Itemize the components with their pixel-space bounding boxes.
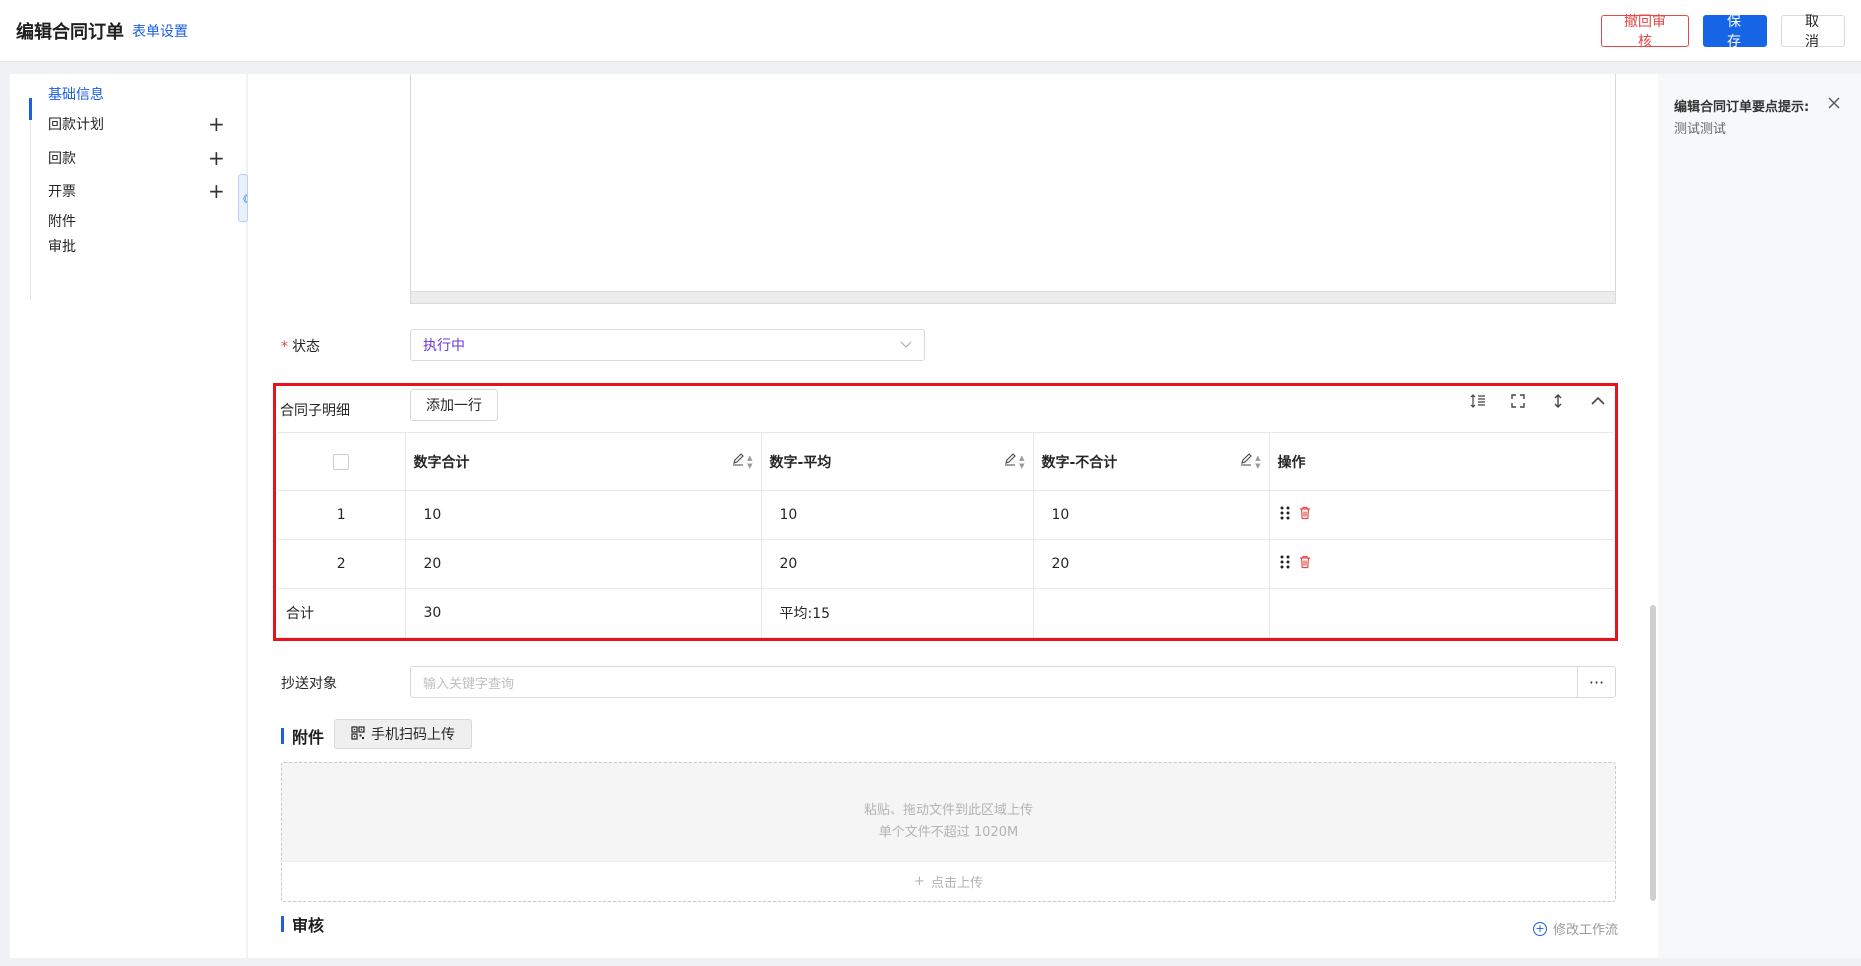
cell-sum[interactable]: 10 xyxy=(405,490,762,540)
detail-label: 合同子明细 xyxy=(280,403,350,419)
tips-title: 编辑合同订单要点提示: xyxy=(1674,100,1810,115)
row-index: 2 xyxy=(278,539,406,589)
nav-active-indicator xyxy=(29,98,32,120)
fullscreen-icon[interactable] xyxy=(1509,392,1527,410)
modify-workflow-link[interactable]: + 修改工作流 xyxy=(1533,919,1618,938)
summary-nosum xyxy=(1033,588,1270,638)
recall-review-button[interactable]: 撤回审核 xyxy=(1601,14,1689,50)
nav-item-approval[interactable]: 审批 xyxy=(48,236,228,256)
summary-row: 合计 30 平均:15 xyxy=(278,588,1613,638)
cc-label: 抄送对象 xyxy=(281,676,337,692)
nav-item-attachment[interactable]: 附件 xyxy=(48,211,228,231)
nav-item-basic-info[interactable]: 基础信息 xyxy=(48,84,228,104)
more-options-button[interactable]: ··· xyxy=(1578,666,1616,698)
qr-code-icon xyxy=(351,725,365,743)
edit-icon[interactable] xyxy=(1003,452,1017,471)
delete-row-icon[interactable] xyxy=(1298,555,1312,573)
chevron-down-icon xyxy=(900,338,912,352)
review-section-title: 审核 xyxy=(281,912,324,936)
form-main: * 状态 执行中 合同子明细 添加一行 数字合计 ▲ ▼ 数字-平均 ▲ ▼ 数… xyxy=(248,74,1658,958)
section-accent-bar xyxy=(281,916,284,932)
page-title: 编辑合同订单 xyxy=(16,21,124,43)
plus-icon: + xyxy=(914,874,925,889)
column-header-nosum: 数字-不合计 ▲ ▼ xyxy=(1033,432,1270,491)
close-icon[interactable] xyxy=(1828,94,1840,113)
plus-circle-icon: + xyxy=(1533,921,1547,936)
upload-hint: 粘贴、拖动文件到此区域上传 xyxy=(863,803,1033,818)
column-header-actions: 操作 xyxy=(1269,432,1613,491)
sort-icon[interactable]: ▲ ▼ xyxy=(747,454,752,470)
chevron-up-icon[interactable] xyxy=(1589,392,1607,410)
add-row-button[interactable]: 添加一行 xyxy=(410,389,498,421)
column-header-avg: 数字-平均 ▲ ▼ xyxy=(761,432,1034,491)
collapse-sidebar-icon[interactable]: 《 xyxy=(238,174,248,222)
required-mark: * xyxy=(281,339,288,355)
delete-row-icon[interactable] xyxy=(1298,506,1312,524)
form-settings-link[interactable]: 表单设置 xyxy=(132,21,188,41)
cell-avg[interactable]: 10 xyxy=(761,490,1034,540)
page-header: 编辑合同订单 表单设置 撤回审核 保存 取消 xyxy=(0,0,1861,62)
rich-text-area[interactable] xyxy=(410,74,1616,304)
edit-icon[interactable] xyxy=(731,452,745,471)
tips-content: 测试测试 xyxy=(1674,122,1727,137)
upload-size-limit: 单个文件不超过 1020M xyxy=(878,825,1019,840)
nav-item-label: 开票 xyxy=(48,184,76,200)
qr-upload-button[interactable]: 手机扫码上传 xyxy=(334,719,472,749)
expand-vertical-icon[interactable] xyxy=(1549,392,1567,410)
header-actions: 撤回审核 保存 取消 xyxy=(1601,14,1845,50)
summary-label: 合计 xyxy=(278,588,406,638)
cell-avg[interactable]: 20 xyxy=(761,539,1034,589)
cc-search-input[interactable]: 输入关键字查询 xyxy=(410,666,1578,698)
detail-table-section: 合同子明细 添加一行 数字合计 ▲ ▼ 数字-平均 ▲ ▼ 数字-不合计 ▲ ▼… xyxy=(273,383,1618,641)
edit-icon[interactable] xyxy=(1239,452,1253,471)
summary-avg: 平均:15 xyxy=(761,588,1034,638)
nav-item-label: 回款 xyxy=(48,151,76,167)
status-label: * 状态 xyxy=(281,339,320,355)
summary-actions xyxy=(1269,588,1613,638)
row-index: 1 xyxy=(278,490,406,540)
table-row: 2 20 20 20 xyxy=(278,539,1613,589)
nav-item-invoice[interactable]: 开票 + xyxy=(48,181,228,201)
drag-handle-icon[interactable] xyxy=(1280,555,1290,573)
nav-item-label: 基础信息 xyxy=(48,87,104,103)
row-actions xyxy=(1269,539,1613,589)
sort-icon[interactable]: ▲ ▼ xyxy=(1019,454,1024,470)
select-all-cell xyxy=(278,432,406,491)
status-select[interactable]: 执行中 xyxy=(410,329,925,361)
nav-item-payment-plan[interactable]: 回款计划 + xyxy=(48,114,228,134)
table-toolbar xyxy=(1469,392,1607,410)
table-header-row: 数字合计 ▲ ▼ 数字-平均 ▲ ▼ 数字-不合计 ▲ ▼ 操作 xyxy=(278,432,1613,491)
nav-item-label: 附件 xyxy=(48,214,76,230)
section-accent-bar xyxy=(281,728,284,744)
click-upload-button[interactable]: + 点击上传 xyxy=(282,861,1615,901)
status-value: 执行中 xyxy=(423,338,465,354)
add-payment-plan-icon[interactable]: + xyxy=(208,114,225,134)
cell-nosum[interactable]: 10 xyxy=(1033,490,1270,540)
cell-sum[interactable]: 20 xyxy=(405,539,762,589)
horizontal-scrollbar[interactable] xyxy=(411,291,1615,303)
row-height-icon[interactable] xyxy=(1469,392,1487,410)
row-actions xyxy=(1269,490,1613,540)
column-header-sum: 数字合计 ▲ ▼ xyxy=(405,432,762,491)
attachment-section-title: 附件 xyxy=(281,724,324,748)
nav-item-payment[interactable]: 回款 + xyxy=(48,148,228,168)
cell-nosum[interactable]: 20 xyxy=(1033,539,1270,589)
add-payment-icon[interactable]: + xyxy=(208,148,225,168)
table-row: 1 10 10 10 xyxy=(278,490,1613,540)
section-nav: 基础信息 回款计划 + 回款 + 开票 + 附件 审批 xyxy=(10,74,246,958)
add-invoice-icon[interactable]: + xyxy=(208,181,225,201)
nav-item-label: 回款计划 xyxy=(48,117,104,133)
vertical-scrollbar[interactable] xyxy=(1650,605,1656,901)
save-button[interactable]: 保存 xyxy=(1703,14,1767,50)
nav-track xyxy=(30,98,31,300)
select-all-checkbox[interactable] xyxy=(333,453,350,470)
sort-icon[interactable]: ▲ ▼ xyxy=(1255,454,1260,470)
tips-panel: 编辑合同订单要点提示: 测试测试 xyxy=(1658,74,1861,958)
nav-item-label: 审批 xyxy=(48,239,76,255)
summary-sum: 30 xyxy=(405,588,762,638)
drag-handle-icon[interactable] xyxy=(1280,506,1290,524)
upload-dropzone[interactable]: 粘贴、拖动文件到此区域上传 单个文件不超过 1020M + 点击上传 xyxy=(281,762,1616,902)
cancel-button[interactable]: 取消 xyxy=(1781,14,1845,50)
detail-table: 数字合计 ▲ ▼ 数字-平均 ▲ ▼ 数字-不合计 ▲ ▼ 操作 1 10 10… xyxy=(278,432,1613,638)
